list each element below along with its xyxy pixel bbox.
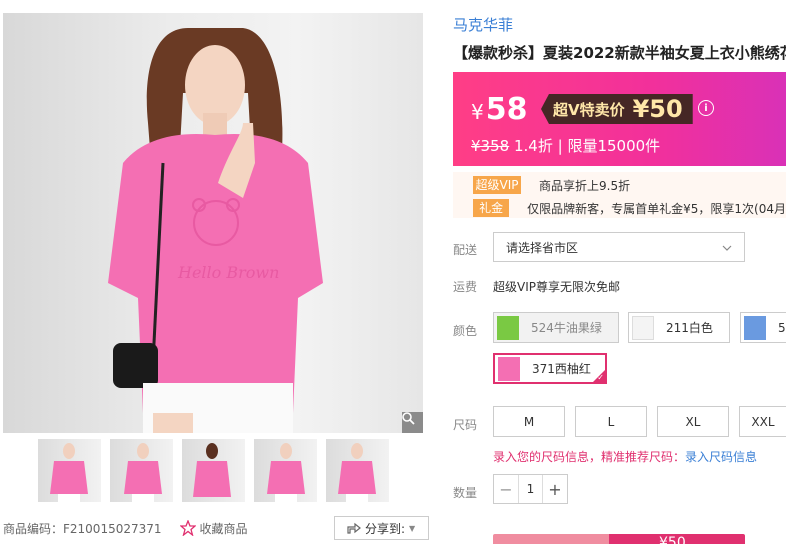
check-icon: ✓ [597, 373, 604, 382]
share-icon [347, 522, 361, 534]
zoom-icon[interactable] [402, 412, 423, 433]
promotion-text: 商品享折上9.5折 [539, 178, 631, 193]
promotion-box: 超级VIP 商品享折上9.5折 礼金 仅限品牌新客，专属首单礼金¥5，限享1次(… [453, 172, 786, 218]
stock-limit: 限量15000件 [567, 137, 661, 155]
price-value: 58 [485, 92, 528, 127]
color-option-label: 211白色 [666, 321, 713, 335]
chevron-down-icon: ▼ [408, 523, 416, 533]
quantity-minus-button[interactable]: − [494, 475, 518, 503]
color-swatch [744, 315, 766, 340]
region-placeholder: 请选择省市区 [506, 240, 579, 255]
size-option-xxl[interactable]: XXL [739, 406, 786, 437]
product-footer: 商品编码：F210015027371 收藏商品 分享到: ▼ [3, 516, 429, 540]
share-label: 分享到: [364, 521, 405, 536]
color-label: 颜色 [453, 324, 478, 338]
product-title: 【爆款秒杀】夏装2022新款半袖女夏上衣小熊绣花宽松 [453, 44, 786, 62]
favorite-button[interactable]: 收藏商品 [179, 520, 248, 537]
color-option-label: 5 [778, 320, 786, 335]
thumbnail-5[interactable] [326, 439, 389, 502]
share-button[interactable]: 分享到: ▼ [333, 516, 429, 540]
color-option-avocado-green[interactable]: 524牛油果绿 [493, 312, 619, 343]
thumbnail-1[interactable] [38, 439, 101, 502]
shipping-label: 配送 [453, 243, 478, 257]
shipping-fee-text: 超级VIP尊享无限次免邮 [493, 280, 620, 294]
favorite-label: 收藏商品 [199, 521, 248, 536]
color-option-label: 371西柚红 [532, 362, 591, 376]
vip-price-label: 超V特卖价 [553, 100, 625, 119]
thumbnail-3[interactable] [182, 439, 245, 502]
currency-symbol: ¥ [471, 100, 484, 124]
price-box: ¥ 58 超V特卖价 ¥50 i ¥358 1.4折 | 限量15000件 [453, 72, 786, 166]
size-info-link[interactable]: 录入尺码信息 [685, 450, 757, 464]
color-swatch [498, 356, 520, 381]
star-icon [179, 520, 196, 536]
current-price: ¥ 58 [471, 92, 527, 127]
quantity-input[interactable]: 1 [518, 475, 543, 503]
shipping-fee-label: 运费 [453, 280, 478, 294]
promotion-row-vip: 超级VIP 商品享折上9.5折 [453, 175, 786, 195]
sku-code: 商品编码：F210015027371 [3, 521, 162, 536]
brand-name[interactable]: 马克华菲 [453, 14, 513, 35]
main-product-image[interactable]: Hello Brown [3, 13, 423, 433]
thumbnail-4[interactable] [254, 439, 317, 502]
add-to-cart-button[interactable] [493, 534, 609, 544]
discount-rate: 1.4折 [513, 137, 553, 155]
promotion-tag: 礼金 [473, 199, 510, 217]
quantity-stepper: − 1 + [493, 474, 568, 504]
color-swatch [497, 315, 519, 340]
quantity-plus-button[interactable]: + [543, 475, 567, 503]
region-select[interactable]: 请选择省市区 [493, 232, 745, 262]
price-separator: | [557, 137, 563, 155]
size-label: 尺码 [453, 418, 478, 432]
color-option-grapefruit-red[interactable]: 371西柚红 ✓ [493, 353, 607, 384]
buy-now-button[interactable]: ¥50 [609, 534, 745, 544]
size-tip: 录入您的尺码信息，精准推荐尺码：录入尺码信息 [493, 448, 757, 465]
promotion-tag: 超级VIP [473, 176, 521, 194]
original-price: ¥358 [471, 137, 510, 155]
price-subline: ¥358 1.4折 | 限量15000件 [471, 135, 660, 156]
size-option-m[interactable]: M [493, 406, 565, 437]
thumbnail-2[interactable] [110, 439, 173, 502]
promotion-row-gift: 礼金 仅限品牌新客，专属首单礼金¥5，限享1次(04月 [453, 198, 786, 218]
promotion-text: 仅限品牌新客，专属首单礼金¥5，限享1次(04月 [527, 201, 786, 216]
size-option-l[interactable]: L [575, 406, 647, 437]
info-icon[interactable]: i [698, 100, 714, 116]
buy-buttons: ¥50 [493, 534, 745, 544]
color-option-blue[interactable]: 5 [740, 312, 786, 343]
quantity-label: 数量 [453, 486, 478, 500]
color-option-label: 524牛油果绿 [531, 321, 602, 335]
vip-price-tag: 超V特卖价 ¥50 [541, 94, 693, 124]
color-option-white[interactable]: 211白色 [628, 312, 730, 343]
chevron-down-icon [722, 240, 732, 254]
size-option-xl[interactable]: XL [657, 406, 729, 437]
color-swatch [632, 315, 654, 340]
vip-price-value: ¥50 [632, 95, 683, 123]
thumbnail-strip [38, 439, 389, 502]
svg-text:Hello Brown: Hello Brown [177, 263, 279, 282]
size-tip-text: 录入您的尺码信息，精准推荐尺码： [493, 450, 686, 464]
